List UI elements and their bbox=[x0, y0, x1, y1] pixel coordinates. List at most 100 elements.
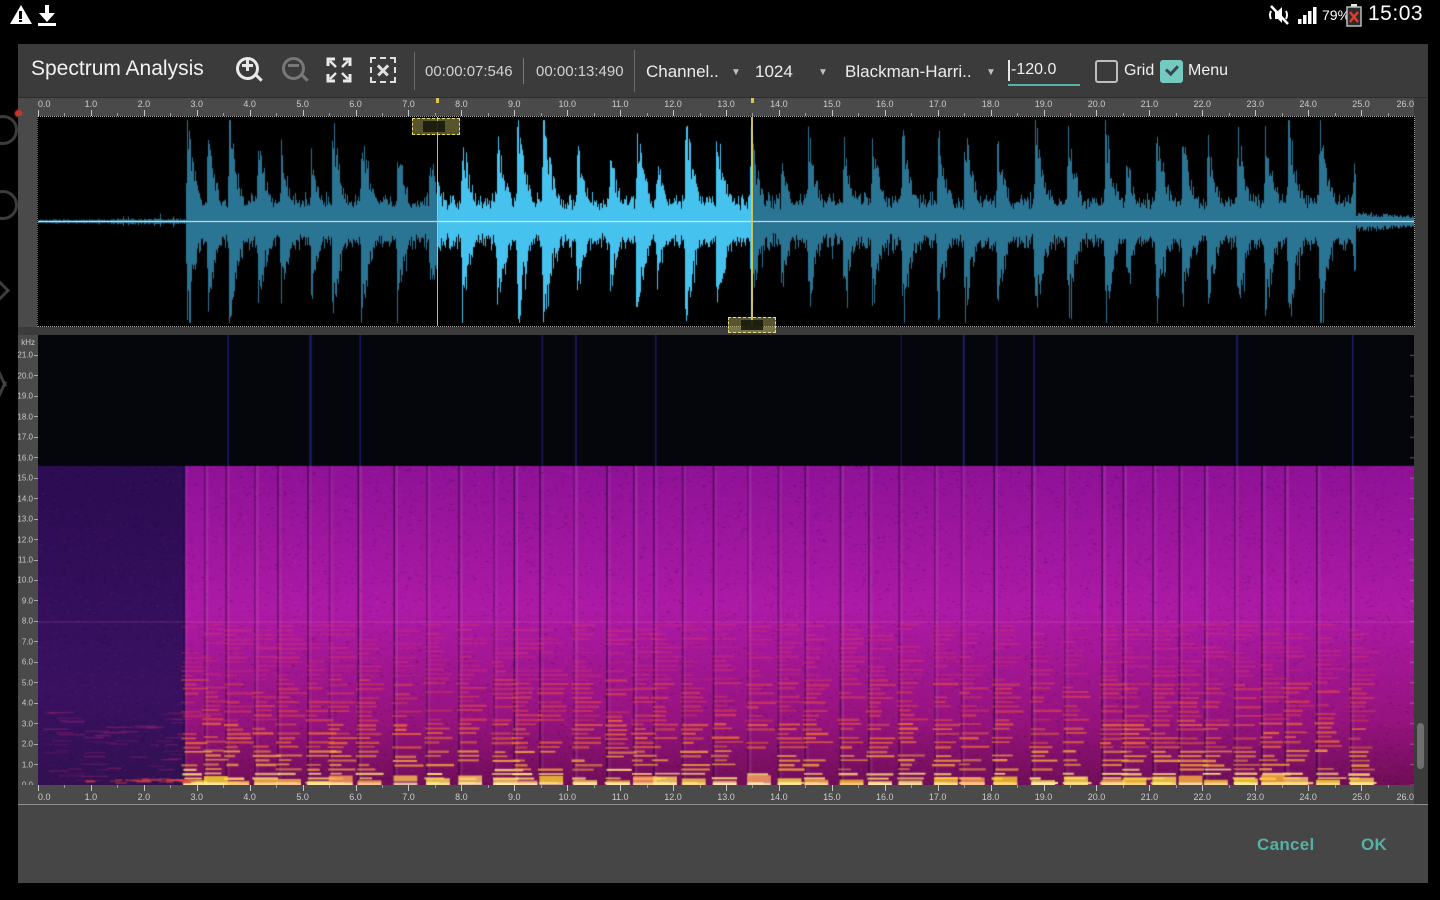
bottom-time-ruler[interactable]: 0.01.02.03.04.05.06.07.08.09.010.011.012… bbox=[38, 785, 1414, 804]
freq-tick-label: 13.0 bbox=[17, 515, 33, 524]
ruler-tick bbox=[1070, 785, 1071, 788]
ruler-tick-label: 25.0 bbox=[1352, 99, 1370, 109]
ruler-tick-label: 17.0 bbox=[929, 99, 947, 109]
ruler-tick-label: 13.0 bbox=[717, 792, 735, 802]
ruler-tick-label: 16.0 bbox=[876, 792, 894, 802]
zoom-out-icon[interactable] bbox=[280, 55, 310, 85]
ruler-tick bbox=[752, 785, 753, 788]
ruler-tick bbox=[1255, 785, 1256, 791]
background-expand-icon bbox=[0, 289, 10, 307]
menu-checkbox[interactable] bbox=[1160, 60, 1183, 83]
ruler-tick bbox=[805, 785, 806, 788]
signal-icon bbox=[1298, 6, 1320, 24]
freq-tick-label: 20.0 bbox=[17, 371, 33, 380]
fft-size-dropdown[interactable]: 1024 bbox=[755, 62, 793, 82]
grid-checkbox-label[interactable]: Grid bbox=[1124, 62, 1154, 80]
ruler-tick-label: 12.0 bbox=[664, 99, 682, 109]
selection-end-line bbox=[751, 117, 753, 326]
ruler-tick bbox=[1335, 785, 1336, 788]
waveform-canvas[interactable] bbox=[38, 117, 1414, 326]
waveform-panel bbox=[37, 116, 1415, 327]
ruler-tick bbox=[170, 785, 171, 788]
spectrum-analysis-dialog: Spectrum Analysis 00:00:07:546 00:00:13:… bbox=[18, 44, 1428, 882]
ruler-tick-label: 15.0 bbox=[823, 99, 841, 109]
ruler-tick-label: 2.0 bbox=[138, 99, 151, 109]
ruler-tick bbox=[514, 785, 515, 791]
spectrogram-canvas[interactable] bbox=[38, 335, 1414, 785]
background-zoom-icon bbox=[0, 115, 18, 145]
ruler-tick bbox=[700, 785, 701, 788]
frequency-axis-unit: kHz bbox=[21, 338, 35, 347]
freq-tick-label: 3.0 bbox=[22, 719, 33, 728]
ruler-tick bbox=[91, 785, 92, 791]
selection-end-handle[interactable] bbox=[728, 317, 776, 333]
top-time-ruler[interactable]: 0.01.02.03.04.05.06.07.08.09.010.011.012… bbox=[38, 98, 1414, 116]
chevron-down-icon[interactable]: ▼ bbox=[986, 67, 996, 78]
ruler-tick-label: 9.0 bbox=[508, 99, 521, 109]
ruler-tick-label: 20.0 bbox=[1088, 792, 1106, 802]
ruler-tick bbox=[541, 785, 542, 788]
ruler-tick-label: 14.0 bbox=[770, 792, 788, 802]
grid-checkbox[interactable] bbox=[1095, 60, 1118, 83]
ruler-tick bbox=[329, 785, 330, 788]
ruler-tick-label: 19.0 bbox=[1035, 792, 1053, 802]
background-zoom-icon bbox=[0, 190, 18, 220]
clear-selection-icon[interactable] bbox=[370, 57, 396, 83]
freq-tick-label: 11.0 bbox=[18, 556, 33, 565]
ruler-tick-label: 26.0 bbox=[1396, 792, 1414, 802]
ruler-left-spacer bbox=[18, 98, 38, 116]
ruler-tick bbox=[382, 785, 383, 788]
db-floor-value: -120.0 bbox=[1011, 61, 1056, 79]
ok-button[interactable]: OK bbox=[1361, 835, 1387, 855]
ruler-tick-label: 21.0 bbox=[1141, 792, 1159, 802]
ruler-tick-label: 6.0 bbox=[349, 792, 362, 802]
ruler-tick bbox=[1282, 785, 1283, 788]
ruler-tick-label: 3.0 bbox=[191, 99, 204, 109]
ruler-tick bbox=[991, 785, 992, 791]
clock: 15:03 bbox=[1368, 2, 1423, 26]
window-function-dropdown[interactable]: Blackman-Harri.. bbox=[845, 62, 972, 82]
selection-handle-knob bbox=[741, 320, 763, 330]
freq-tick-label: 6.0 bbox=[22, 658, 33, 667]
ruler-tick-label: 10.0 bbox=[558, 792, 576, 802]
freq-tick-label: 8.0 bbox=[22, 617, 33, 626]
ruler-tick bbox=[938, 785, 939, 791]
ruler-tick bbox=[1388, 785, 1389, 788]
freq-tick-label: 15.0 bbox=[17, 474, 33, 483]
freq-tick-label: 18.0 bbox=[17, 412, 33, 421]
ruler-tick bbox=[858, 785, 859, 788]
fullscreen-icon[interactable] bbox=[324, 55, 354, 85]
ruler-tick bbox=[223, 785, 224, 788]
zoom-in-icon[interactable] bbox=[234, 55, 264, 85]
background-toolbar-fragment bbox=[0, 30, 18, 900]
ruler-tick-label: 20.0 bbox=[1088, 99, 1106, 109]
freq-tick-label: 12.0 bbox=[17, 535, 33, 544]
freq-tick-label: 16.0 bbox=[17, 453, 33, 462]
ruler-tick bbox=[1149, 785, 1150, 791]
ruler-tick-label: 23.0 bbox=[1246, 792, 1264, 802]
freq-tick-label: 17.0 bbox=[17, 433, 33, 442]
ruler-tick bbox=[1017, 785, 1018, 788]
chevron-down-icon[interactable]: ▼ bbox=[731, 67, 741, 78]
selection-start-handle[interactable] bbox=[412, 118, 460, 135]
channel-dropdown[interactable]: Channel.. bbox=[646, 62, 719, 82]
freq-tick-label: 10.0 bbox=[17, 576, 33, 585]
ruler-tick bbox=[964, 785, 965, 788]
db-floor-input[interactable]: -120.0 bbox=[1008, 58, 1080, 86]
freq-tick-label: 1.0 bbox=[22, 760, 33, 769]
ruler-tick-label: 8.0 bbox=[455, 792, 468, 802]
freq-tick-label: 7.0 bbox=[22, 637, 33, 646]
scrollbar-handle[interactable] bbox=[1417, 723, 1424, 769]
ruler-tick-label: 13.0 bbox=[717, 99, 735, 109]
ruler-tick bbox=[1096, 785, 1097, 791]
ruler-tick bbox=[408, 785, 409, 791]
cancel-button[interactable]: Cancel bbox=[1257, 835, 1315, 855]
ruler-tick-label: 22.0 bbox=[1194, 99, 1212, 109]
frequency-axis: kHz 21.020.019.018.017.016.015.014.013.0… bbox=[18, 335, 38, 785]
ruler-tick bbox=[726, 785, 727, 791]
freq-tick-label: 21.0 bbox=[17, 351, 33, 360]
dialog-toolbar: Spectrum Analysis 00:00:07:546 00:00:13:… bbox=[18, 44, 1428, 98]
ruler-tick-label: 8.0 bbox=[455, 99, 468, 109]
menu-checkbox-label[interactable]: Menu bbox=[1188, 62, 1228, 80]
chevron-down-icon[interactable]: ▼ bbox=[818, 67, 828, 78]
